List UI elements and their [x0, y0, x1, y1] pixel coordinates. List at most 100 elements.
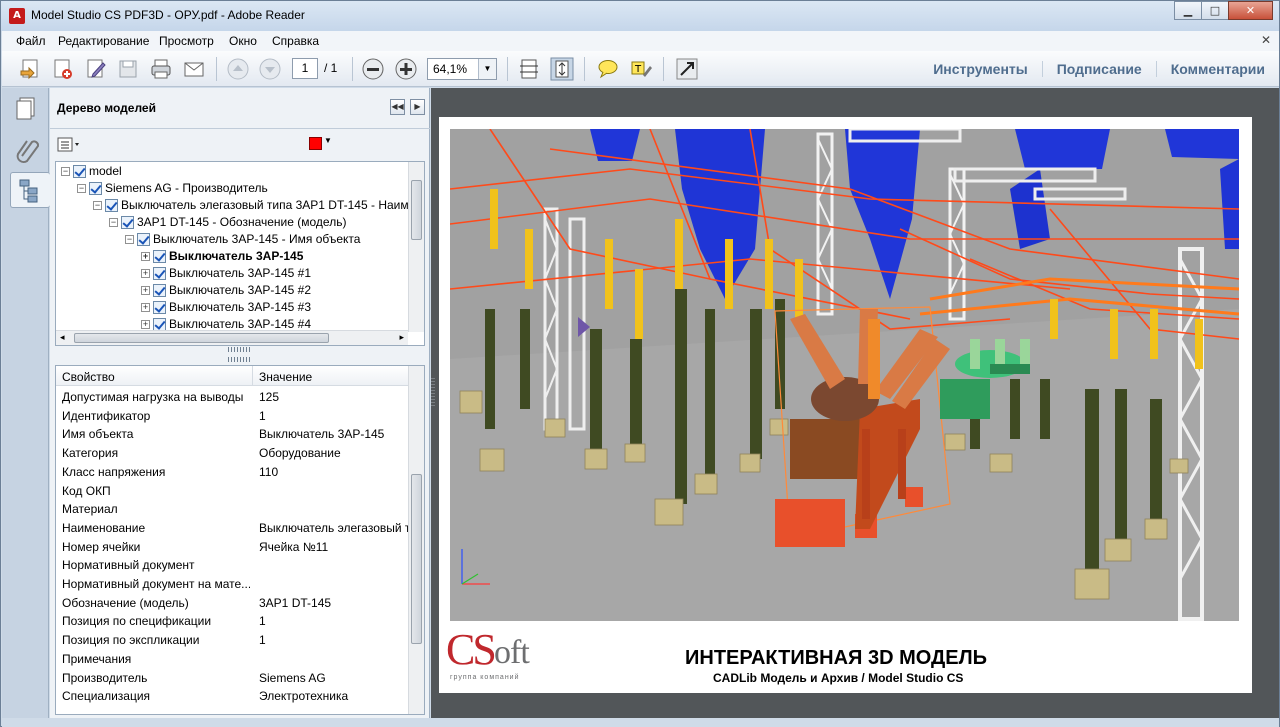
scroll-thumb[interactable] [411, 474, 422, 644]
tree-node[interactable]: − Выключатель элегазовый типа 3AP1 DT-145… [93, 197, 409, 214]
visibility-checkbox[interactable] [153, 267, 166, 281]
zoom-out-icon[interactable] [361, 57, 385, 81]
tree-node[interactable]: + Выключатель 3AP-145 #1 [141, 265, 311, 282]
visibility-checkbox[interactable] [105, 199, 118, 213]
open-icon[interactable] [18, 57, 42, 81]
expand-icon[interactable]: + [141, 252, 150, 262]
column-header-property[interactable]: Свойство [62, 370, 115, 384]
scroll-right-icon[interactable]: ▸ [399, 332, 404, 343]
property-row[interactable]: Класс напряжения 110 [56, 463, 410, 482]
attachments-tab[interactable] [8, 132, 46, 168]
menu-file[interactable]: Файл [16, 34, 46, 48]
document-subtitle: CADLib Модель и Архив / Model Studio CS [713, 671, 964, 685]
visibility-checkbox[interactable] [153, 301, 166, 315]
property-row[interactable]: Примечания [56, 650, 410, 669]
scroll-thumb[interactable] [411, 180, 422, 240]
property-row[interactable]: Номер ячейки Ячейка №11 [56, 538, 410, 557]
tree-node[interactable]: − Выключатель 3AP-145 - Имя объекта [125, 231, 360, 248]
property-row[interactable]: Специализация Электротехника [56, 687, 410, 706]
property-row[interactable]: Категория Оборудование [56, 444, 410, 463]
create-pdf-icon[interactable] [51, 57, 75, 81]
tree-node[interactable]: − 3AP1 DT-145 - Обозначение (модель) [109, 214, 346, 231]
maximize-button[interactable]: □ [1201, 1, 1229, 20]
visibility-checkbox[interactable] [121, 216, 134, 230]
close-document-icon[interactable]: ✕ [1261, 33, 1271, 47]
property-row[interactable]: Позиция по спецификации 1 [56, 612, 410, 631]
panel-options-icon[interactable]: ▶ [410, 99, 425, 115]
splitter-grip[interactable] [228, 347, 252, 352]
visibility-checkbox[interactable] [137, 233, 150, 247]
scroll-left-icon[interactable]: ◂ [60, 332, 65, 343]
tree-node[interactable]: + Выключатель 3AP-145 #3 [141, 299, 311, 316]
save-icon[interactable] [116, 57, 140, 81]
property-row[interactable]: Обозначение (модель) 3AP1 DT-145 [56, 594, 410, 613]
menu-help[interactable]: Справка [272, 34, 319, 48]
menu-window[interactable]: Окно [229, 34, 257, 48]
zoom-in-icon[interactable] [394, 57, 418, 81]
visibility-checkbox[interactable] [73, 165, 86, 179]
expand-icon[interactable] [675, 57, 699, 81]
tree-vertical-scrollbar[interactable] [408, 162, 424, 332]
tools-link[interactable]: Инструменты [919, 61, 1042, 77]
pane-splitter[interactable] [431, 378, 435, 408]
tree-node[interactable]: − model [61, 163, 122, 180]
minimize-button[interactable]: ▁ [1174, 1, 1202, 20]
zoom-select[interactable]: 64,1% ▼ [427, 58, 497, 80]
expand-icon[interactable]: + [141, 286, 150, 296]
scroll-thumb[interactable] [74, 333, 329, 343]
3d-model-viewport[interactable] [450, 129, 1239, 621]
pages-tab[interactable] [8, 92, 46, 128]
collapse-icon[interactable]: − [77, 184, 86, 194]
email-icon[interactable] [182, 57, 206, 81]
highlight-text-icon[interactable]: T [629, 57, 653, 81]
fit-page-icon[interactable] [550, 57, 574, 81]
document-view[interactable]: CS oft группа компаний ИНТЕРАКТИВНАЯ 3D … [431, 88, 1279, 718]
visibility-checkbox[interactable] [153, 250, 166, 264]
tree-node[interactable]: + Выключатель 3AP-145 #2 [141, 282, 311, 299]
property-row[interactable]: Код ОКП [56, 482, 410, 501]
title-bar[interactable]: A Model Studio CS PDF3D - ОРУ.pdf - Adob… [1, 1, 1279, 31]
color-swatch[interactable] [309, 137, 322, 150]
comment-icon[interactable] [596, 57, 620, 81]
tree-node[interactable]: − Siemens AG - Производитель [77, 180, 268, 197]
collapse-icon[interactable]: − [93, 201, 102, 211]
property-row[interactable]: Имя объекта Выключатель 3AP-145 [56, 425, 410, 444]
close-button[interactable]: ✕ [1228, 1, 1273, 20]
tree-node-selected[interactable]: + Выключатель 3AP-145 [141, 248, 303, 265]
collapse-icon[interactable]: − [109, 218, 118, 228]
next-page-icon[interactable] [258, 57, 282, 81]
property-row[interactable]: Позиция по экспликации 1 [56, 631, 410, 650]
property-row[interactable]: Производитель Siemens AG [56, 669, 410, 688]
color-dropdown-icon[interactable]: ▼ [324, 136, 332, 145]
column-header-value[interactable]: Значение [259, 370, 312, 384]
collapse-panel-icon[interactable]: ◀◀ [390, 99, 405, 115]
edit-document-icon[interactable] [84, 57, 108, 81]
menu-view[interactable]: Просмотр [159, 34, 214, 48]
properties-scrollbar[interactable] [408, 366, 424, 714]
expand-icon[interactable]: + [141, 303, 150, 313]
property-row[interactable]: Наименование Выключатель элегазовый т [56, 519, 410, 538]
sign-link[interactable]: Подписание [1041, 61, 1156, 77]
collapse-icon[interactable]: − [61, 167, 70, 177]
menu-edit[interactable]: Редактирование [58, 34, 149, 48]
expand-icon[interactable]: + [141, 320, 150, 330]
property-row[interactable]: Допустимая нагрузка на выводы 125 [56, 388, 410, 407]
chevron-down-icon[interactable]: ▼ [478, 59, 496, 79]
fit-width-icon[interactable] [517, 57, 541, 81]
property-row[interactable]: Материал [56, 500, 410, 519]
tree-options-icon[interactable] [57, 137, 83, 153]
visibility-checkbox[interactable] [153, 284, 166, 298]
previous-page-icon[interactable] [226, 57, 250, 81]
visibility-checkbox[interactable] [89, 182, 102, 196]
expand-icon[interactable]: + [141, 269, 150, 279]
splitter-grip[interactable] [228, 357, 252, 362]
page-number-input[interactable]: 1 [292, 58, 318, 79]
comments-link[interactable]: Комментарии [1155, 61, 1279, 77]
model-tree-tab[interactable] [10, 172, 50, 208]
tree-horizontal-scrollbar[interactable]: ◂ ▸ [56, 330, 408, 345]
property-row[interactable]: Идентификатор 1 [56, 407, 410, 426]
collapse-icon[interactable]: − [125, 235, 134, 245]
property-row[interactable]: Нормативный документ [56, 556, 410, 575]
property-row[interactable]: Нормативный документ на мате... [56, 575, 410, 594]
print-icon[interactable] [149, 57, 173, 81]
